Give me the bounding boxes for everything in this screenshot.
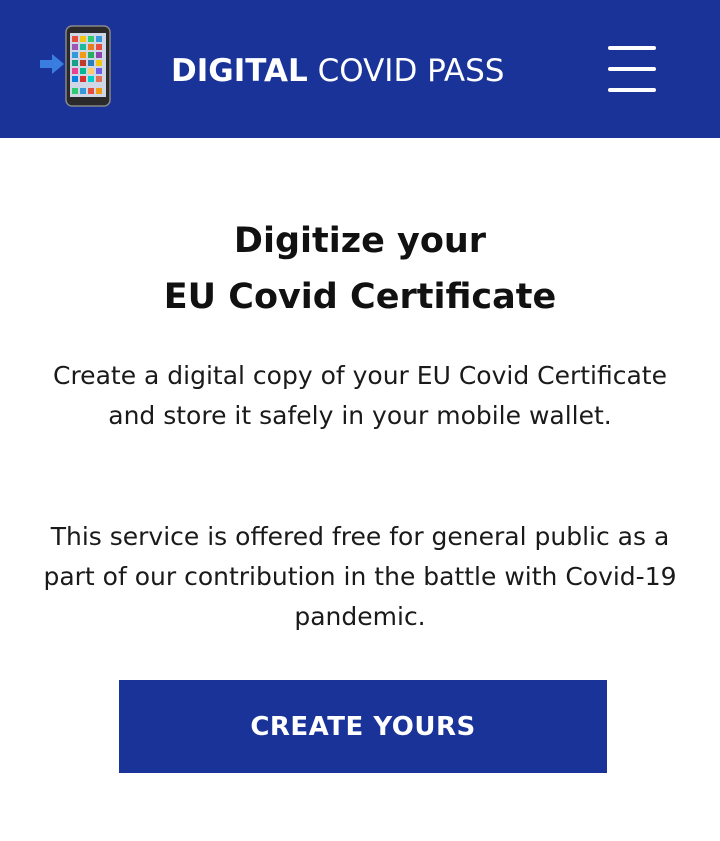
title-line-1: Digitize your	[233, 221, 487, 261]
create-yours-button[interactable]: CREATE YOURS	[119, 680, 607, 773]
description-text: Create a digital copy of your EU Covid C…	[53, 361, 667, 430]
hamburger-menu-icon[interactable]	[604, 40, 664, 100]
menu-line	[608, 67, 656, 71]
menu-line	[608, 88, 656, 92]
phone-with-arrow-icon[interactable]	[38, 24, 114, 108]
brand-bold-text: DIGITAL	[171, 53, 308, 89]
app-brand-title[interactable]: DIGITAL COVID PASS	[171, 46, 504, 96]
menu-line	[608, 46, 656, 50]
title-line-2: EU Covid Certificate	[163, 277, 557, 317]
page-title: Digitize your EU Covid Certificate	[0, 213, 720, 325]
app-header: DIGITAL COVID PASS	[0, 0, 720, 138]
brand-light-text: COVID PASS	[317, 53, 505, 89]
service-note-text: This service is offered free for general…	[43, 522, 677, 631]
